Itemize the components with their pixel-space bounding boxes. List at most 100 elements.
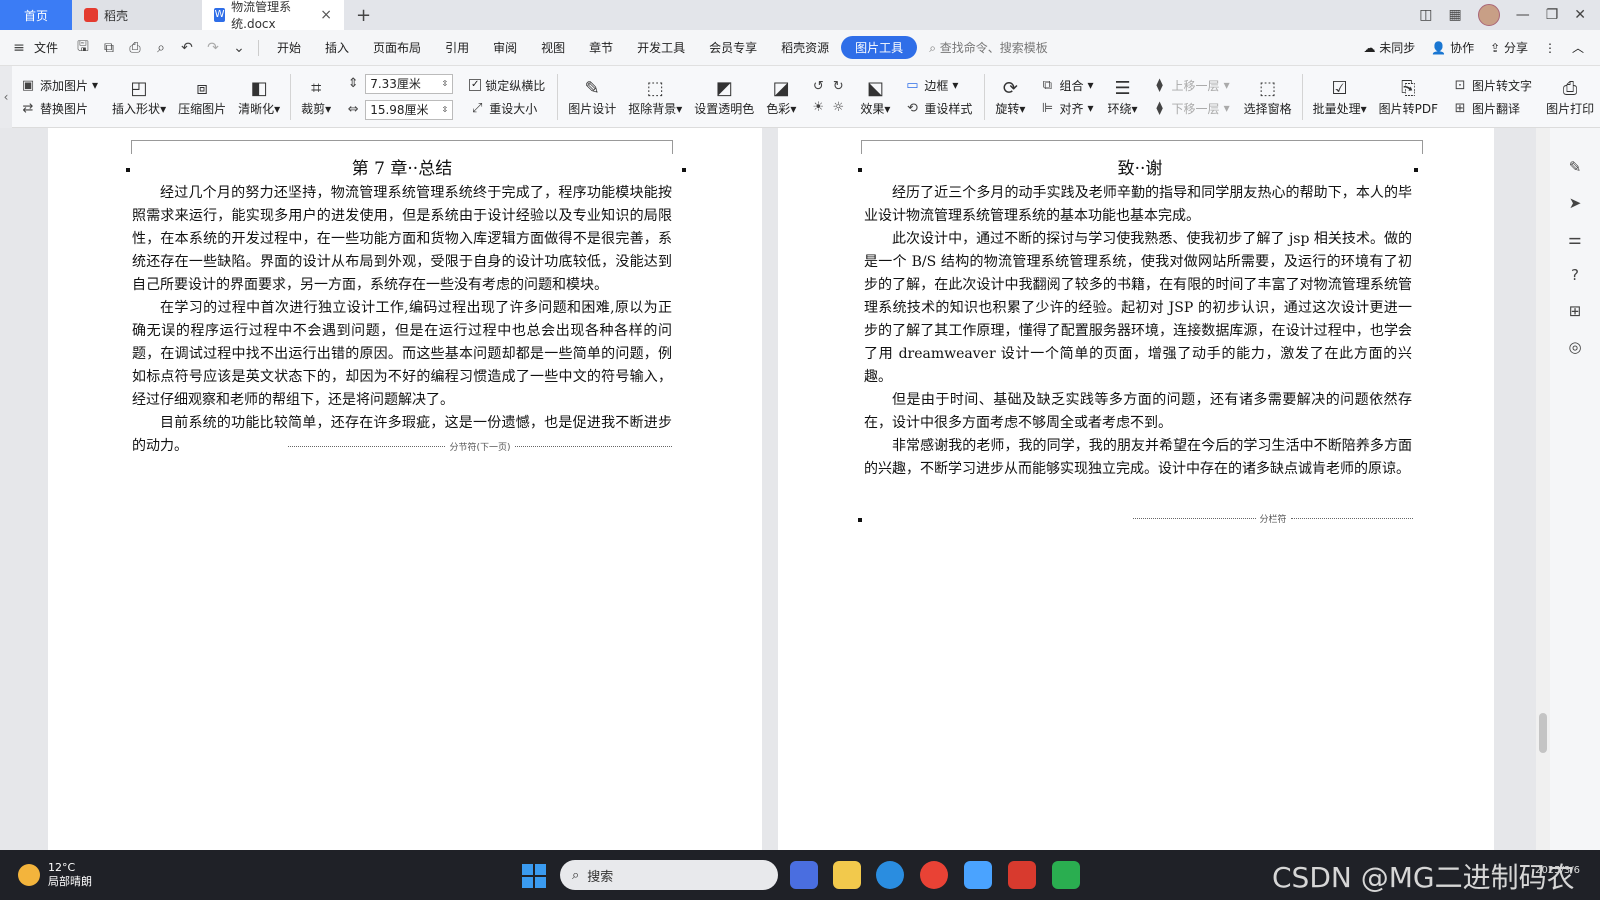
- sharpen-button[interactable]: ◧ 清晰化▾: [232, 76, 286, 117]
- undo-icon[interactable]: ↶: [178, 39, 196, 57]
- menu-item-start[interactable]: 开始: [265, 39, 313, 56]
- wps-icon[interactable]: [1008, 861, 1036, 889]
- menu-item-devtools[interactable]: 开发工具: [625, 39, 697, 56]
- to-text-icon: ⊡: [1454, 77, 1466, 93]
- reset-size-button[interactable]: ⤢ 重设大小: [469, 100, 545, 117]
- ribbon-separator: [1301, 73, 1303, 120]
- menu-item-review[interactable]: 审阅: [481, 39, 529, 56]
- redo-icon[interactable]: ↷: [204, 39, 222, 57]
- rotate-left-icon[interactable]: ↺: [810, 79, 826, 94]
- menu-item-image-tools[interactable]: 图片工具: [841, 36, 918, 59]
- weather-widget[interactable]: 12°C 局部晴朗: [0, 861, 92, 889]
- file-explorer-icon[interactable]: [833, 861, 861, 889]
- select-pane-button[interactable]: ⬚ 选择窗格: [1238, 76, 1298, 117]
- sync-button[interactable]: ☁ 未同步: [1363, 39, 1415, 56]
- brightness-down-icon[interactable]: ☼: [830, 100, 846, 115]
- collab-button[interactable]: 👤 协作: [1431, 39, 1474, 56]
- preview-icon[interactable]: ⌕: [152, 39, 170, 57]
- store-icon[interactable]: [790, 861, 818, 889]
- tab-home[interactable]: 首页: [0, 0, 72, 30]
- height-input[interactable]: 15.98厘米 ⇳: [365, 99, 454, 120]
- document-page-right[interactable]: 致··谢 经历了近三个多月的动手实践及老师辛勤的指导和同学朋友热心的帮助下，本人…: [778, 128, 1494, 850]
- border-button[interactable]: ▭ 边框 ▾: [904, 77, 972, 94]
- cursor-icon[interactable]: ➤: [1569, 194, 1582, 212]
- batch-button[interactable]: ☑ 批量处理▾: [1307, 76, 1373, 117]
- menu-item-layout[interactable]: 页面布局: [361, 39, 433, 56]
- document-workspace[interactable]: 第 7 章··总结 经过几个月的努力还坚持，物流管理系统管理系统终于完成了，程序…: [0, 128, 1600, 850]
- menu-item-view[interactable]: 视图: [529, 39, 577, 56]
- menu-item-chapter[interactable]: 章节: [577, 39, 625, 56]
- more-icon[interactable]: ⋮: [1544, 41, 1556, 55]
- color-button[interactable]: ◪ 色彩▾: [760, 76, 802, 117]
- compress-button[interactable]: ⧈ 压缩图片: [172, 76, 232, 117]
- hamburger-icon[interactable]: ≡: [10, 39, 28, 57]
- vertical-scrollbar[interactable]: [1536, 128, 1550, 850]
- app-icon[interactable]: [964, 861, 992, 889]
- width-input[interactable]: 7.33厘米 ⇳: [365, 73, 454, 94]
- wechat-icon[interactable]: [1052, 861, 1080, 889]
- rotate-right-icon[interactable]: ↻: [830, 79, 846, 94]
- translate-button[interactable]: ⊞ 图片翻译: [1452, 100, 1532, 117]
- menu-item-resources[interactable]: 稻壳资源: [769, 39, 841, 56]
- replace-image-button[interactable]: ⇄ 替换图片: [20, 100, 98, 117]
- export-icon[interactable]: ⧉: [100, 39, 118, 57]
- location-icon[interactable]: ◎: [1568, 338, 1581, 356]
- to-text-button[interactable]: ⊡ 图片转文字: [1452, 77, 1532, 94]
- remove-bg-button[interactable]: ⬚ 抠除背景▾: [622, 76, 688, 117]
- reset-style-button[interactable]: ⟲ 重设样式: [904, 100, 972, 117]
- print-icon[interactable]: ⎙: [126, 39, 144, 57]
- chrome-icon[interactable]: [920, 861, 948, 889]
- minimize-icon[interactable]: —: [1516, 7, 1530, 23]
- menu-item-member[interactable]: 会员专享: [697, 39, 769, 56]
- crop-button[interactable]: ⌗ 裁剪▾: [295, 76, 337, 117]
- rotate-button[interactable]: ⟳ 旋转▾: [989, 76, 1031, 117]
- menu-item-reference[interactable]: 引用: [433, 39, 481, 56]
- lock-ratio-checkbox[interactable]: ✓ 锁定纵横比: [469, 77, 545, 94]
- image-design-button[interactable]: ✎ 图片设计: [562, 76, 622, 117]
- windows-start-icon[interactable]: [522, 864, 546, 888]
- avatar[interactable]: [1477, 4, 1500, 26]
- margin-corner: [1422, 140, 1436, 154]
- adjust-icon[interactable]: ⚌: [1568, 230, 1581, 248]
- layout-icon[interactable]: ◫: [1419, 7, 1432, 23]
- command-search[interactable]: ⌕ 查找命令、搜索模板: [917, 39, 1060, 56]
- wrap-button[interactable]: ☰ 环绕▾: [1102, 76, 1144, 117]
- close-window-icon[interactable]: ✕: [1574, 7, 1586, 23]
- page-body[interactable]: 经过几个月的努力还坚持，物流管理系统管理系统终于完成了，程序功能模块能按照需求来…: [132, 182, 672, 458]
- page-body[interactable]: 经历了近三个多月的动手实践及老师辛勤的指导和同学朋友热心的帮助下，本人的毕业设计…: [864, 182, 1412, 481]
- group-button[interactable]: ⧉ 组合 ▾: [1039, 77, 1094, 94]
- margin-corner: [118, 140, 132, 154]
- bring-forward-button[interactable]: ⧫ 上移一层 ▾: [1152, 77, 1229, 94]
- insert-shape-button[interactable]: ◰ 插入形状▾: [106, 76, 172, 117]
- send-backward-button[interactable]: ⧫ 下移一层 ▾: [1152, 100, 1229, 117]
- add-image-button[interactable]: ▣ 添加图片 ▾: [20, 77, 98, 94]
- more-down-icon[interactable]: ⌄: [230, 39, 248, 57]
- taskbar-search[interactable]: ⌕ 搜索: [560, 860, 778, 890]
- ribbon-left-arrow-icon[interactable]: ‹: [0, 65, 12, 128]
- tab-daoke[interactable]: 稻壳: [72, 0, 202, 30]
- robot-icon[interactable]: ⊞: [1569, 302, 1582, 320]
- edge-icon[interactable]: [876, 861, 904, 889]
- add-image-icon: ▣: [21, 77, 35, 93]
- close-tab-icon[interactable]: ×: [320, 7, 332, 23]
- share-button[interactable]: ⇪ 分享: [1490, 39, 1528, 56]
- restore-icon[interactable]: ❐: [1546, 7, 1559, 23]
- effects-button[interactable]: ⬕ 效果▾: [854, 76, 896, 117]
- scrollbar-thumb[interactable]: [1539, 713, 1547, 753]
- transparent-button[interactable]: ◩ 设置透明色: [688, 76, 760, 117]
- brightness-up-icon[interactable]: ☀: [810, 100, 826, 115]
- align-button[interactable]: ⊫ 对齐 ▾: [1039, 100, 1094, 117]
- menu-item-insert[interactable]: 插入: [313, 39, 361, 56]
- save-icon[interactable]: 🖫: [74, 39, 92, 57]
- print-image-button[interactable]: ⎙ 图片打印: [1540, 76, 1600, 117]
- menu-file[interactable]: 文件: [32, 39, 70, 56]
- grid-icon[interactable]: ▦: [1448, 7, 1461, 23]
- to-pdf-button[interactable]: ⎘ 图片转PDF: [1373, 76, 1444, 117]
- help-icon[interactable]: ?: [1571, 266, 1579, 284]
- pen-icon[interactable]: ✎: [1569, 158, 1582, 176]
- document-page-left[interactable]: 第 7 章··总结 经过几个月的努力还坚持，物流管理系统管理系统终于完成了，程序…: [48, 128, 762, 850]
- collapse-ribbon-icon[interactable]: ︿: [1572, 39, 1584, 56]
- compress-icon: ⧈: [196, 77, 208, 99]
- tab-document[interactable]: W 物流管理系统.docx ×: [202, 0, 344, 31]
- new-tab-button[interactable]: +: [344, 0, 383, 30]
